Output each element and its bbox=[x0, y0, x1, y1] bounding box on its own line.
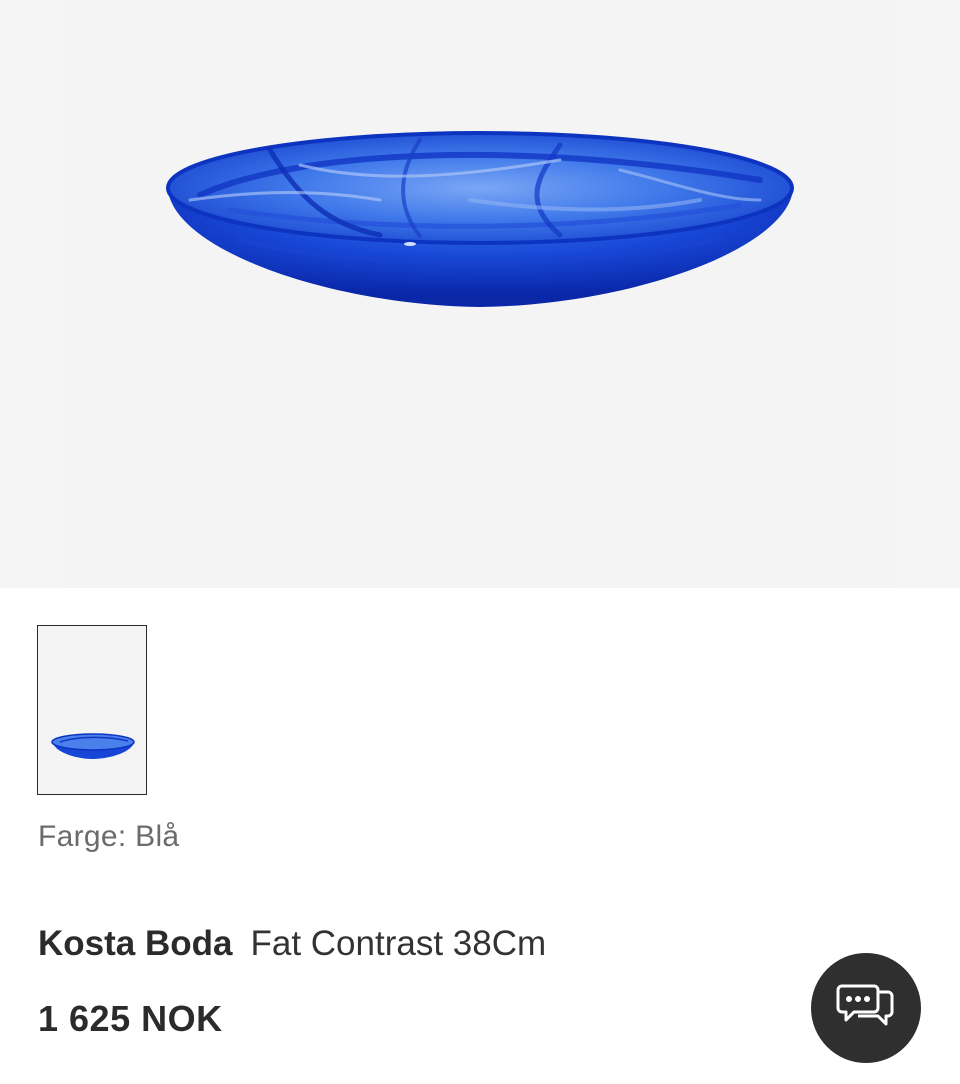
product-image[interactable] bbox=[0, 0, 960, 588]
chat-bubbles-icon bbox=[836, 984, 894, 1026]
chat-button[interactable] bbox=[811, 953, 921, 1063]
product-name: Fat Contrast 38Cm bbox=[250, 924, 547, 963]
color-variant-label: Farge: Blå bbox=[38, 820, 180, 853]
bowl-highlight bbox=[404, 242, 416, 246]
product-price: 1 625 NOK bbox=[38, 998, 223, 1039]
product-thumbnail[interactable] bbox=[37, 625, 147, 795]
thumbnail-bowl-image bbox=[51, 733, 135, 759]
brand-name[interactable]: Kosta Boda bbox=[38, 924, 232, 963]
product-title: Kosta Boda Fat Contrast 38Cm bbox=[38, 924, 546, 964]
product-image-gallery bbox=[0, 0, 960, 588]
